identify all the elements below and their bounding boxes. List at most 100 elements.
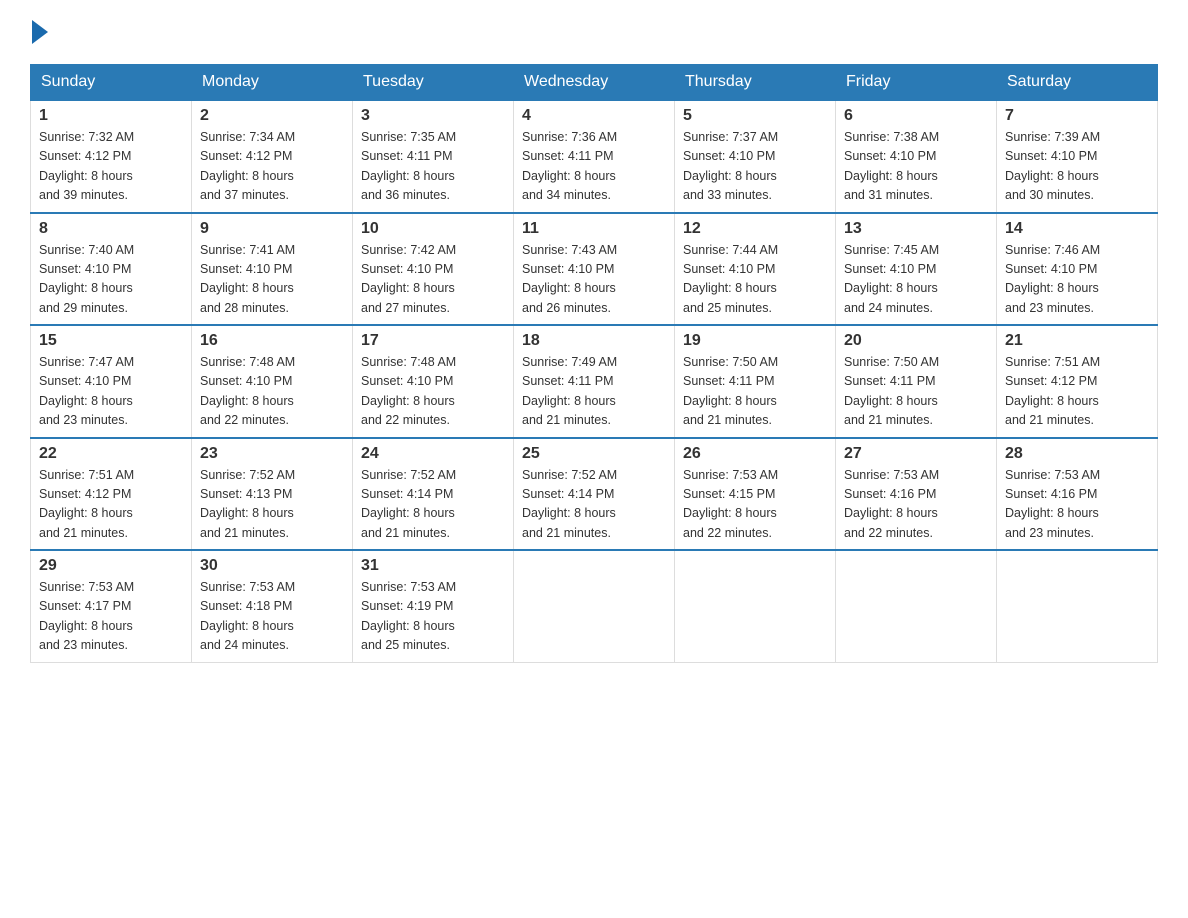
day-number: 24 xyxy=(361,445,505,463)
calendar-day-cell: 3 Sunrise: 7:35 AMSunset: 4:11 PMDayligh… xyxy=(353,100,514,213)
day-info: Sunrise: 7:44 AMSunset: 4:10 PMDaylight:… xyxy=(683,243,778,315)
day-number: 4 xyxy=(522,107,666,125)
day-number: 18 xyxy=(522,332,666,350)
day-info: Sunrise: 7:38 AMSunset: 4:10 PMDaylight:… xyxy=(844,130,939,202)
calendar-day-cell: 17 Sunrise: 7:48 AMSunset: 4:10 PMDaylig… xyxy=(353,325,514,438)
calendar-day-cell: 28 Sunrise: 7:53 AMSunset: 4:16 PMDaylig… xyxy=(997,438,1158,551)
calendar-day-cell: 25 Sunrise: 7:52 AMSunset: 4:14 PMDaylig… xyxy=(514,438,675,551)
day-number: 29 xyxy=(39,557,183,575)
day-info: Sunrise: 7:53 AMSunset: 4:19 PMDaylight:… xyxy=(361,580,456,652)
day-number: 11 xyxy=(522,220,666,238)
calendar-week-row: 22 Sunrise: 7:51 AMSunset: 4:12 PMDaylig… xyxy=(31,438,1158,551)
day-info: Sunrise: 7:42 AMSunset: 4:10 PMDaylight:… xyxy=(361,243,456,315)
day-info: Sunrise: 7:51 AMSunset: 4:12 PMDaylight:… xyxy=(1005,355,1100,427)
logo-triangle-icon xyxy=(32,20,48,44)
day-info: Sunrise: 7:40 AMSunset: 4:10 PMDaylight:… xyxy=(39,243,134,315)
day-info: Sunrise: 7:47 AMSunset: 4:10 PMDaylight:… xyxy=(39,355,134,427)
calendar-day-cell: 11 Sunrise: 7:43 AMSunset: 4:10 PMDaylig… xyxy=(514,213,675,326)
day-number: 19 xyxy=(683,332,827,350)
weekday-header-cell: Saturday xyxy=(997,65,1158,101)
day-info: Sunrise: 7:37 AMSunset: 4:10 PMDaylight:… xyxy=(683,130,778,202)
calendar-day-cell: 6 Sunrise: 7:38 AMSunset: 4:10 PMDayligh… xyxy=(836,100,997,213)
day-info: Sunrise: 7:41 AMSunset: 4:10 PMDaylight:… xyxy=(200,243,295,315)
day-number: 31 xyxy=(361,557,505,575)
day-number: 22 xyxy=(39,445,183,463)
day-info: Sunrise: 7:35 AMSunset: 4:11 PMDaylight:… xyxy=(361,130,456,202)
day-number: 30 xyxy=(200,557,344,575)
calendar-day-cell: 27 Sunrise: 7:53 AMSunset: 4:16 PMDaylig… xyxy=(836,438,997,551)
day-number: 27 xyxy=(844,445,988,463)
calendar-day-cell: 10 Sunrise: 7:42 AMSunset: 4:10 PMDaylig… xyxy=(353,213,514,326)
calendar-day-cell: 7 Sunrise: 7:39 AMSunset: 4:10 PMDayligh… xyxy=(997,100,1158,213)
calendar-table: SundayMondayTuesdayWednesdayThursdayFrid… xyxy=(30,64,1158,663)
calendar-day-cell: 15 Sunrise: 7:47 AMSunset: 4:10 PMDaylig… xyxy=(31,325,192,438)
calendar-day-cell: 20 Sunrise: 7:50 AMSunset: 4:11 PMDaylig… xyxy=(836,325,997,438)
calendar-body: 1 Sunrise: 7:32 AMSunset: 4:12 PMDayligh… xyxy=(31,100,1158,662)
day-number: 7 xyxy=(1005,107,1149,125)
day-number: 9 xyxy=(200,220,344,238)
calendar-day-cell: 5 Sunrise: 7:37 AMSunset: 4:10 PMDayligh… xyxy=(675,100,836,213)
calendar-day-cell: 23 Sunrise: 7:52 AMSunset: 4:13 PMDaylig… xyxy=(192,438,353,551)
day-number: 15 xyxy=(39,332,183,350)
day-info: Sunrise: 7:53 AMSunset: 4:16 PMDaylight:… xyxy=(1005,468,1100,540)
weekday-header-cell: Tuesday xyxy=(353,65,514,101)
day-number: 25 xyxy=(522,445,666,463)
calendar-day-cell: 18 Sunrise: 7:49 AMSunset: 4:11 PMDaylig… xyxy=(514,325,675,438)
calendar-day-cell: 30 Sunrise: 7:53 AMSunset: 4:18 PMDaylig… xyxy=(192,550,353,662)
day-number: 5 xyxy=(683,107,827,125)
day-info: Sunrise: 7:50 AMSunset: 4:11 PMDaylight:… xyxy=(683,355,778,427)
calendar-day-cell: 19 Sunrise: 7:50 AMSunset: 4:11 PMDaylig… xyxy=(675,325,836,438)
calendar-day-cell: 29 Sunrise: 7:53 AMSunset: 4:17 PMDaylig… xyxy=(31,550,192,662)
day-info: Sunrise: 7:48 AMSunset: 4:10 PMDaylight:… xyxy=(361,355,456,427)
day-info: Sunrise: 7:51 AMSunset: 4:12 PMDaylight:… xyxy=(39,468,134,540)
day-number: 3 xyxy=(361,107,505,125)
calendar-day-cell xyxy=(514,550,675,662)
calendar-day-cell xyxy=(675,550,836,662)
calendar-day-cell xyxy=(997,550,1158,662)
day-number: 26 xyxy=(683,445,827,463)
day-info: Sunrise: 7:32 AMSunset: 4:12 PMDaylight:… xyxy=(39,130,134,202)
day-info: Sunrise: 7:39 AMSunset: 4:10 PMDaylight:… xyxy=(1005,130,1100,202)
day-number: 20 xyxy=(844,332,988,350)
weekday-header-row: SundayMondayTuesdayWednesdayThursdayFrid… xyxy=(31,65,1158,101)
weekday-header-cell: Friday xyxy=(836,65,997,101)
day-info: Sunrise: 7:50 AMSunset: 4:11 PMDaylight:… xyxy=(844,355,939,427)
day-info: Sunrise: 7:34 AMSunset: 4:12 PMDaylight:… xyxy=(200,130,295,202)
day-info: Sunrise: 7:52 AMSunset: 4:14 PMDaylight:… xyxy=(361,468,456,540)
day-info: Sunrise: 7:52 AMSunset: 4:13 PMDaylight:… xyxy=(200,468,295,540)
calendar-day-cell: 1 Sunrise: 7:32 AMSunset: 4:12 PMDayligh… xyxy=(31,100,192,213)
calendar-day-cell: 26 Sunrise: 7:53 AMSunset: 4:15 PMDaylig… xyxy=(675,438,836,551)
day-info: Sunrise: 7:45 AMSunset: 4:10 PMDaylight:… xyxy=(844,243,939,315)
day-number: 16 xyxy=(200,332,344,350)
calendar-week-row: 29 Sunrise: 7:53 AMSunset: 4:17 PMDaylig… xyxy=(31,550,1158,662)
logo xyxy=(30,20,48,44)
calendar-day-cell: 16 Sunrise: 7:48 AMSunset: 4:10 PMDaylig… xyxy=(192,325,353,438)
calendar-day-cell: 31 Sunrise: 7:53 AMSunset: 4:19 PMDaylig… xyxy=(353,550,514,662)
day-info: Sunrise: 7:36 AMSunset: 4:11 PMDaylight:… xyxy=(522,130,617,202)
calendar-day-cell: 22 Sunrise: 7:51 AMSunset: 4:12 PMDaylig… xyxy=(31,438,192,551)
day-info: Sunrise: 7:49 AMSunset: 4:11 PMDaylight:… xyxy=(522,355,617,427)
calendar-week-row: 1 Sunrise: 7:32 AMSunset: 4:12 PMDayligh… xyxy=(31,100,1158,213)
calendar-day-cell: 9 Sunrise: 7:41 AMSunset: 4:10 PMDayligh… xyxy=(192,213,353,326)
page-header xyxy=(30,20,1158,44)
weekday-header-cell: Wednesday xyxy=(514,65,675,101)
day-info: Sunrise: 7:46 AMSunset: 4:10 PMDaylight:… xyxy=(1005,243,1100,315)
day-number: 8 xyxy=(39,220,183,238)
calendar-day-cell xyxy=(836,550,997,662)
day-number: 1 xyxy=(39,107,183,125)
calendar-day-cell: 8 Sunrise: 7:40 AMSunset: 4:10 PMDayligh… xyxy=(31,213,192,326)
calendar-day-cell: 12 Sunrise: 7:44 AMSunset: 4:10 PMDaylig… xyxy=(675,213,836,326)
weekday-header-cell: Thursday xyxy=(675,65,836,101)
day-info: Sunrise: 7:53 AMSunset: 4:18 PMDaylight:… xyxy=(200,580,295,652)
weekday-header-cell: Monday xyxy=(192,65,353,101)
day-info: Sunrise: 7:52 AMSunset: 4:14 PMDaylight:… xyxy=(522,468,617,540)
calendar-day-cell: 13 Sunrise: 7:45 AMSunset: 4:10 PMDaylig… xyxy=(836,213,997,326)
day-info: Sunrise: 7:53 AMSunset: 4:16 PMDaylight:… xyxy=(844,468,939,540)
day-info: Sunrise: 7:43 AMSunset: 4:10 PMDaylight:… xyxy=(522,243,617,315)
day-info: Sunrise: 7:48 AMSunset: 4:10 PMDaylight:… xyxy=(200,355,295,427)
day-number: 12 xyxy=(683,220,827,238)
day-number: 28 xyxy=(1005,445,1149,463)
day-number: 6 xyxy=(844,107,988,125)
calendar-day-cell: 14 Sunrise: 7:46 AMSunset: 4:10 PMDaylig… xyxy=(997,213,1158,326)
weekday-header-cell: Sunday xyxy=(31,65,192,101)
